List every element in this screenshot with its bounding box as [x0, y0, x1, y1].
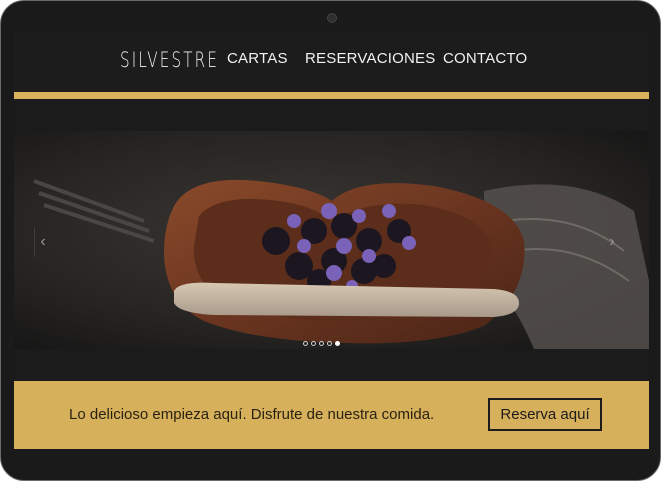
carousel-next-button[interactable]: › [604, 227, 620, 257]
carousel-dot-1[interactable] [303, 341, 308, 346]
chevron-right-icon: › [609, 233, 615, 250]
carousel-prev-button[interactable]: ‹ [34, 227, 51, 257]
accent-divider [14, 92, 649, 99]
carousel-dot-4[interactable] [327, 341, 332, 346]
spacer-strip [14, 99, 649, 131]
site-logo[interactable]: SILVESTRE [120, 48, 219, 72]
navbar: SILVESTRE CARTAS RESERVACIONES CONTACTO [14, 32, 649, 92]
carousel-dot-2[interactable] [311, 341, 316, 346]
tablet-frame: SILVESTRE CARTAS RESERVACIONES CONTACTO [0, 0, 661, 481]
chevron-left-icon: ‹ [40, 233, 46, 250]
spacer-strip-bottom [14, 349, 649, 381]
hero-carousel: ‹ › [14, 131, 649, 349]
reserve-button[interactable]: Reserva aquí [488, 398, 602, 431]
dessert-plate-photo [14, 131, 649, 349]
carousel-indicators [303, 341, 340, 349]
nav-link-reservaciones[interactable]: RESERVACIONES [305, 50, 435, 67]
nav-link-contacto[interactable]: CONTACTO [443, 50, 527, 67]
website-screen: SILVESTRE CARTAS RESERVACIONES CONTACTO [14, 32, 649, 449]
cta-text: Lo delicioso empieza aquí. Disfrute de n… [69, 406, 435, 423]
camera-dot [327, 13, 337, 23]
carousel-dot-3[interactable] [319, 341, 324, 346]
carousel-dot-5[interactable] [335, 341, 340, 346]
nav-link-cartas[interactable]: CARTAS [227, 50, 288, 67]
cta-banner: Lo delicioso empieza aquí. Disfrute de n… [14, 381, 649, 449]
